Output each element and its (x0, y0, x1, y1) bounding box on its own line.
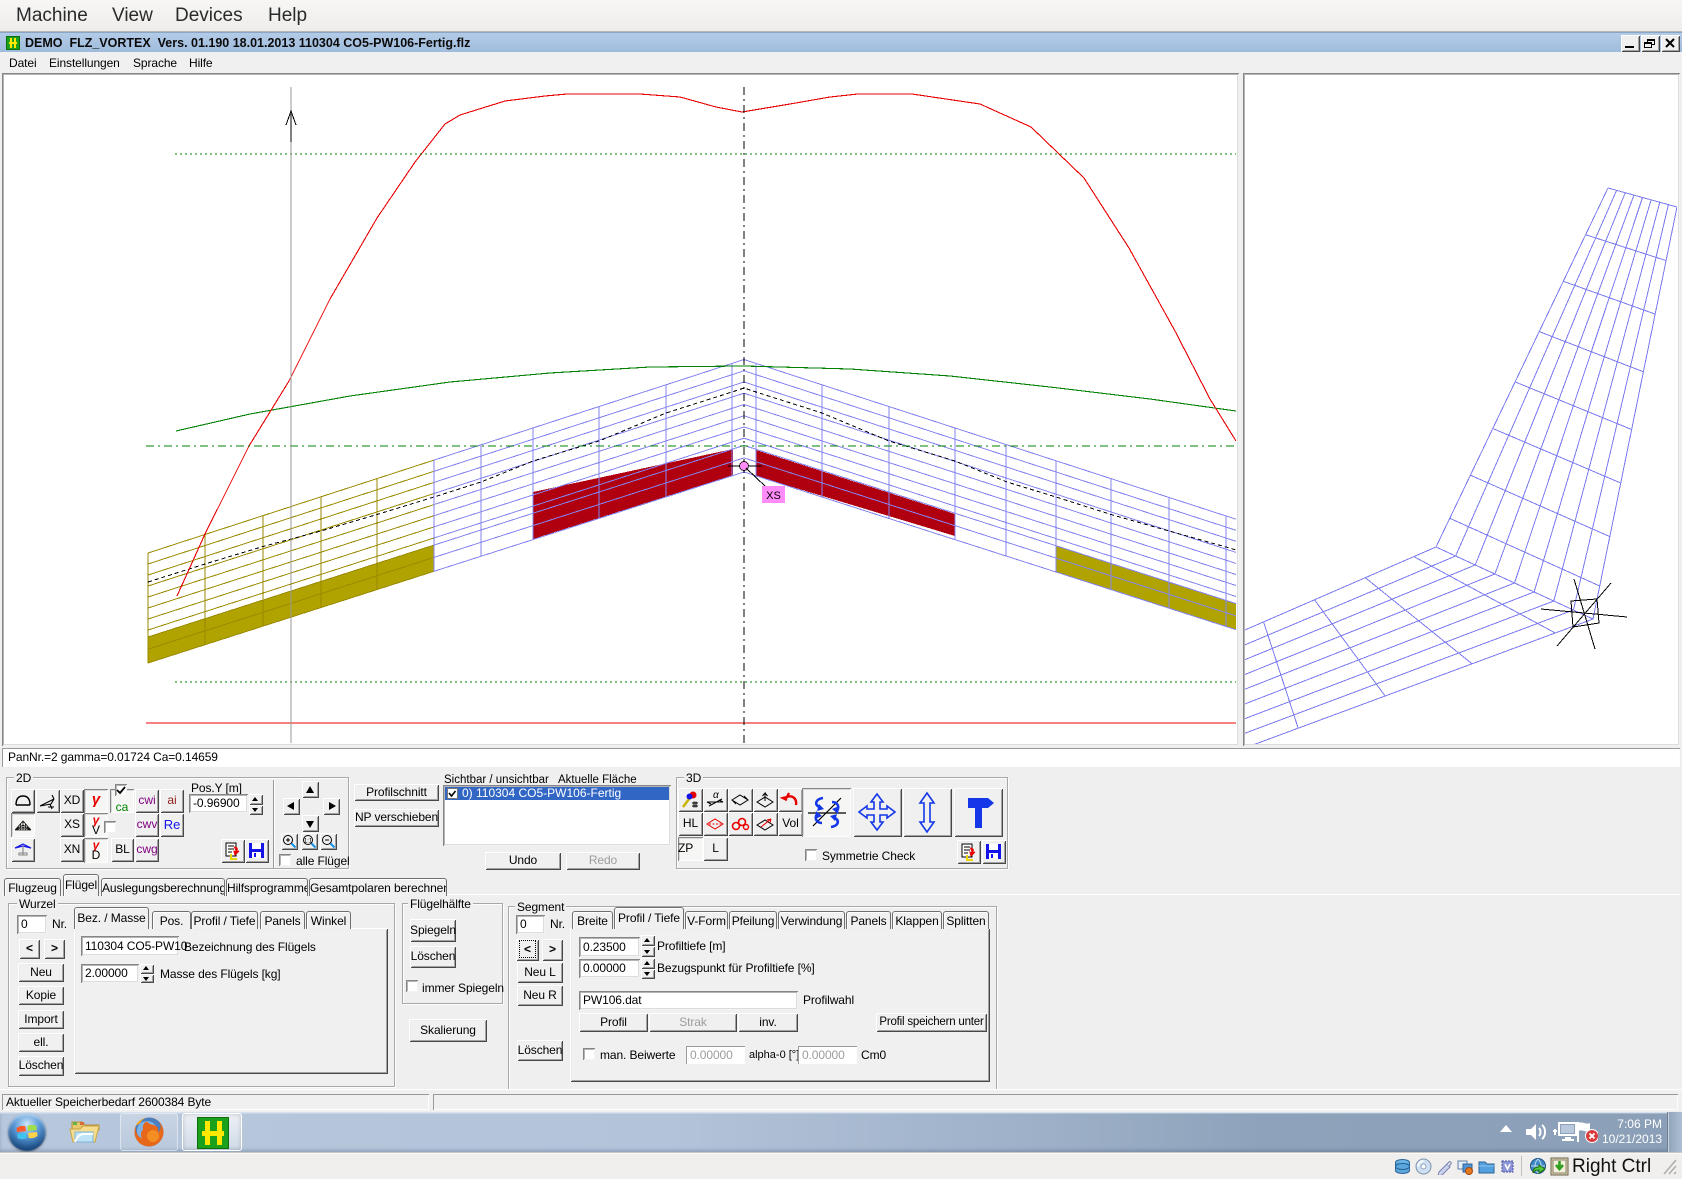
svg-text:α: α (713, 790, 719, 801)
svg-text:XS: XS (766, 490, 781, 502)
